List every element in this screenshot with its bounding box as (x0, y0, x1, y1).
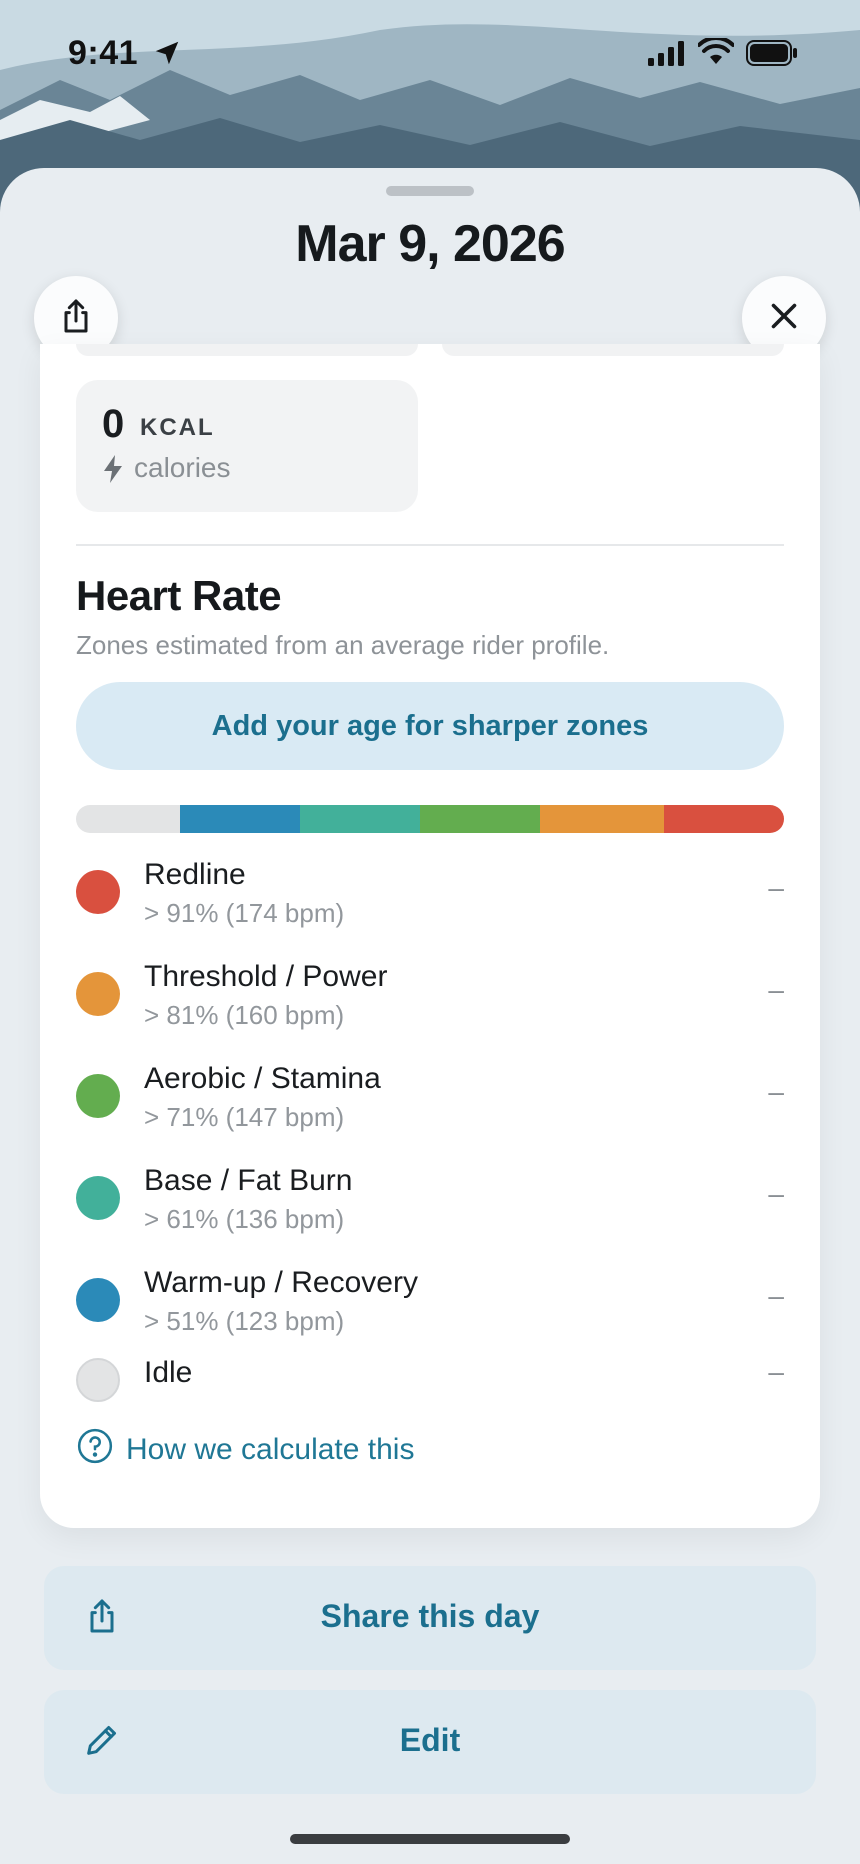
how-we-calculate-link[interactable]: How we calculate this (76, 1428, 414, 1472)
bolt-icon (102, 454, 124, 489)
zone-threshold: > 91% (174 bpm) (144, 898, 345, 928)
zone-color-dot (76, 1074, 120, 1118)
heart-rate-zone-row: Threshold / Power > 81% (160 bpm) – (76, 952, 784, 1042)
heart-rate-title: Heart Rate (76, 572, 282, 619)
close-icon (766, 298, 802, 339)
zone-time-value: – (768, 1280, 784, 1311)
zone-time-value: – (768, 1178, 784, 1209)
heart-rate-zone-row: Base / Fat Burn > 61% (136 bpm) – (76, 1156, 784, 1246)
zone-bar-redline (664, 805, 784, 833)
status-time: 9:41 (68, 34, 139, 72)
calories-value: 0 (102, 402, 125, 446)
zone-threshold: > 61% (136 bpm) (144, 1204, 345, 1234)
stat-tile-partial (76, 344, 418, 356)
share-icon (56, 296, 96, 341)
cellular-signal-icon (648, 40, 686, 71)
zone-color-dot (76, 1358, 120, 1402)
heart-rate-zone-row: Redline > 91% (174 bpm) – (76, 850, 784, 940)
zone-name: Aerobic / Stamina (144, 1062, 381, 1095)
share-day-label: Share this day (320, 1598, 540, 1634)
zone-name: Warm-up / Recovery (144, 1266, 418, 1299)
zone-time-value: – (768, 974, 784, 1005)
how-we-calculate-label: How we calculate this (126, 1433, 415, 1466)
zone-color-dot (76, 1278, 120, 1322)
divider (76, 544, 784, 546)
help-icon (76, 1427, 114, 1473)
battery-icon (746, 40, 798, 71)
status-bar: 9:41 (0, 0, 860, 110)
sheet-grabber[interactable] (386, 186, 474, 196)
heart-rate-zone-bar (76, 805, 784, 833)
zone-time-value: – (768, 1356, 784, 1387)
zone-bar-warmup (180, 805, 300, 833)
add-age-button[interactable]: Add your age for sharper zones (76, 682, 784, 770)
heart-rate-zone-row: Aerobic / Stamina > 71% (147 bpm) – (76, 1054, 784, 1144)
share-day-button[interactable]: Share this day (44, 1566, 816, 1670)
zone-color-dot (76, 1176, 120, 1220)
wifi-icon (697, 35, 735, 71)
zone-bar-base (300, 805, 420, 833)
zone-time-value: – (768, 1076, 784, 1107)
edit-button[interactable]: Edit (44, 1690, 816, 1794)
zone-name: Base / Fat Burn (144, 1164, 353, 1197)
zone-time-value: – (768, 872, 784, 903)
calories-tile: 0 KCAL calories (76, 380, 418, 512)
zone-color-dot (76, 972, 120, 1016)
zone-threshold: > 71% (147 bpm) (144, 1102, 345, 1132)
home-indicator (290, 1834, 570, 1844)
zone-color-dot (76, 870, 120, 914)
calories-label: calories (134, 452, 231, 483)
zone-threshold: > 51% (123 bpm) (144, 1306, 345, 1336)
zone-bar-threshold (540, 805, 664, 833)
heart-rate-zone-row: Warm-up / Recovery > 51% (123 bpm) – (76, 1258, 784, 1348)
zone-bar-idle (76, 805, 180, 833)
heart-rate-zone-row: Idle – (76, 1340, 784, 1430)
zone-threshold: > 81% (160 bpm) (144, 1000, 345, 1030)
zone-name: Idle (144, 1356, 193, 1389)
zone-name: Threshold / Power (144, 960, 388, 993)
day-detail-sheet: Mar 9, 2026 0 KCAL calories Heart Rate Z… (0, 168, 860, 1864)
stat-tile-partial (442, 344, 784, 356)
heart-rate-subtitle: Zones estimated from an average rider pr… (76, 630, 610, 660)
zone-name: Redline (144, 858, 246, 891)
calories-unit: KCAL (140, 414, 215, 441)
zone-bar-aerobic (420, 805, 540, 833)
location-arrow-icon (152, 38, 182, 73)
sheet-title: Mar 9, 2026 (295, 215, 565, 273)
stats-card: 0 KCAL calories Heart Rate Zones estimat… (40, 344, 820, 1528)
edit-label: Edit (399, 1722, 461, 1758)
